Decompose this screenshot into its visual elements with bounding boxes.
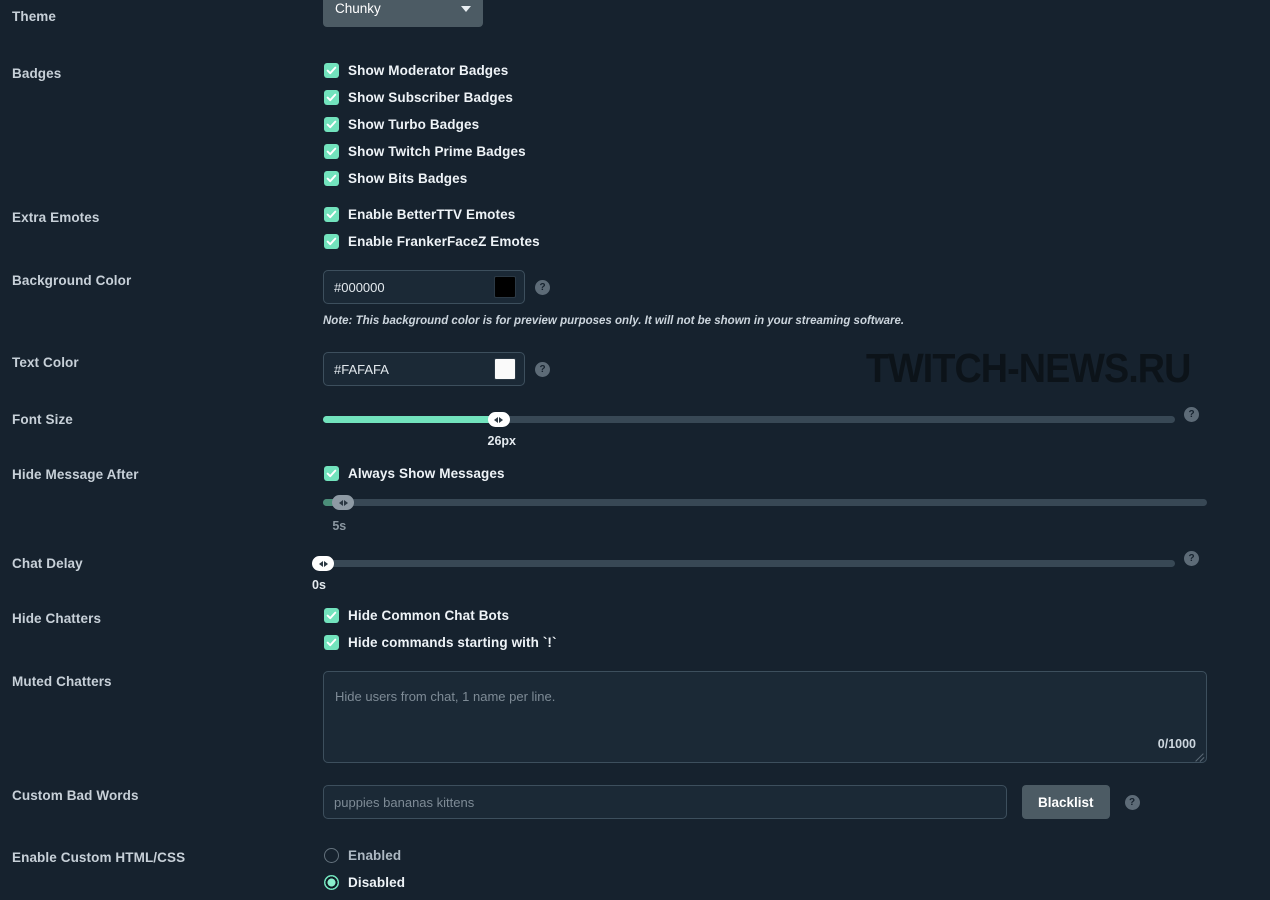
checkbox-show-bits-badges[interactable]: Show Bits Badges: [323, 165, 526, 192]
label-badges: Badges: [12, 66, 62, 81]
checkbox-hide-common-chat-bots[interactable]: Hide Common Chat Bots: [323, 602, 557, 629]
checkbox-enable-betterttv-emotes[interactable]: Enable BetterTTV Emotes: [323, 201, 540, 228]
resize-grip-icon[interactable]: [1193, 749, 1205, 761]
help-circle-icon[interactable]: ?: [1184, 551, 1199, 566]
checkbox-label: Show Moderator Badges: [348, 63, 509, 78]
label-background-color: Background Color: [12, 273, 132, 288]
theme-select-value: Chunky: [335, 1, 381, 16]
text-color-value: #FAFAFA: [334, 361, 389, 377]
chat-delay-value: 0s: [312, 578, 326, 592]
label-custom-bad-words: Custom Bad Words: [12, 788, 139, 803]
slider-thumb[interactable]: [332, 495, 355, 510]
checkbox-enable-frankerfacez-emotes[interactable]: Enable FrankerFaceZ Emotes: [323, 228, 540, 255]
label-font-size: Font Size: [12, 412, 73, 427]
checkbox-show-twitch-prime-badges[interactable]: Show Twitch Prime Badges: [323, 138, 526, 165]
label-theme: Theme: [12, 9, 57, 24]
checkbox-hide-commands[interactable]: Hide commands starting with `!`: [323, 629, 557, 656]
radio-enabled[interactable]: Enabled: [323, 842, 405, 869]
site-watermark: TWITCH-NEWS.RU: [866, 345, 1191, 391]
checkbox-label: Show Subscriber Badges: [348, 90, 513, 105]
label-hide-chatters: Hide Chatters: [12, 611, 102, 626]
help-circle-icon[interactable]: ?: [535, 279, 550, 295]
checkbox-label: Show Twitch Prime Badges: [348, 144, 526, 159]
check-icon: [324, 635, 339, 650]
slider-fill: [323, 416, 499, 423]
checkbox-show-turbo-badges[interactable]: Show Turbo Badges: [323, 111, 526, 138]
slider-track[interactable]: [323, 560, 1175, 567]
checkbox-label: Hide Common Chat Bots: [348, 608, 510, 623]
label-hide-message-after: Hide Message After: [12, 467, 139, 482]
blacklist-button[interactable]: Blacklist: [1022, 785, 1110, 819]
label-chat-delay: Chat Delay: [12, 556, 83, 571]
help-circle-icon[interactable]: ?: [1124, 794, 1140, 810]
arrow-right-icon: [499, 416, 503, 423]
theme-select[interactable]: Chunky: [323, 0, 483, 27]
checkbox-show-subscriber-badges[interactable]: Show Subscriber Badges: [323, 84, 526, 111]
arrow-left-icon: [494, 416, 498, 423]
background-color-note: Note: This background color is for previ…: [323, 315, 905, 327]
slider-track[interactable]: [323, 416, 1175, 423]
slider-track[interactable]: [323, 499, 1207, 506]
muted-chatters-counter: 0/1000: [1157, 737, 1196, 751]
radio-label: Disabled: [348, 875, 406, 890]
muted-chatters-placeholder: Hide users from chat, 1 name per line.: [335, 689, 556, 704]
checkbox-label: Show Turbo Badges: [348, 117, 480, 132]
checkbox-label: Always Show Messages: [348, 466, 505, 481]
check-icon: [324, 608, 339, 623]
text-color-swatch[interactable]: [494, 358, 516, 380]
custom-bad-words-placeholder: puppies bananas kittens: [334, 794, 475, 810]
label-enable-custom-html-css: Enable Custom HTML/CSS: [12, 850, 186, 865]
check-icon: [324, 63, 339, 78]
background-color-swatch[interactable]: [494, 276, 516, 298]
chevron-down-icon: [461, 5, 471, 12]
font-size-value: 26px: [487, 434, 517, 448]
checkbox-always-show-messages[interactable]: Always Show Messages: [323, 460, 505, 487]
help-circle-icon[interactable]: ?: [535, 361, 550, 377]
checkbox-label: Show Bits Badges: [348, 171, 468, 186]
slider-thumb[interactable]: [312, 556, 334, 571]
arrow-left-icon: [338, 499, 343, 506]
custom-bad-words-input[interactable]: puppies bananas kittens: [323, 785, 1007, 819]
arrow-right-icon: [343, 499, 348, 506]
hide-message-after-value: 5s: [332, 519, 347, 533]
check-icon: [324, 207, 339, 222]
radio-disabled[interactable]: Disabled: [323, 869, 405, 896]
radio-icon: [324, 848, 339, 863]
checkbox-label: Hide commands starting with `!`: [348, 635, 557, 650]
radio-label: Enabled: [348, 848, 402, 863]
check-icon: [324, 90, 339, 105]
help-circle-icon[interactable]: ?: [1184, 407, 1199, 422]
arrow-left-icon: [318, 560, 323, 567]
slider-thumb[interactable]: [487, 412, 510, 427]
background-color-value: #000000: [334, 279, 385, 295]
label-text-color: Text Color: [12, 355, 79, 370]
check-icon: [324, 144, 339, 159]
arrow-right-icon: [323, 560, 328, 567]
text-color-input[interactable]: #FAFAFA: [323, 352, 525, 386]
checkbox-label: Enable FrankerFaceZ Emotes: [348, 234, 540, 249]
check-icon: [324, 171, 339, 186]
check-icon: [324, 234, 339, 249]
label-muted-chatters: Muted Chatters: [12, 674, 112, 689]
label-extra-emotes: Extra Emotes: [12, 210, 100, 225]
muted-chatters-textarea[interactable]: Hide users from chat, 1 name per line. 0…: [323, 671, 1207, 763]
checkbox-label: Enable BetterTTV Emotes: [348, 207, 516, 222]
check-icon: [324, 117, 339, 132]
radio-icon: [324, 875, 339, 890]
check-icon: [324, 466, 339, 481]
checkbox-show-moderator-badges[interactable]: Show Moderator Badges: [323, 57, 526, 84]
background-color-input[interactable]: #000000: [323, 270, 525, 304]
